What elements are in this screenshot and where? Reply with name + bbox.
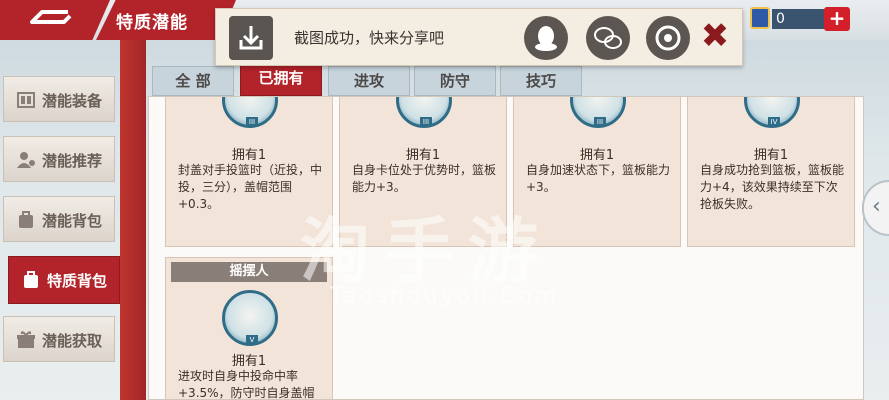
watermark-url: Taoshouyou.Com (330, 284, 560, 309)
tab-skill[interactable]: 技巧 (500, 66, 582, 96)
trait-backpack-icon (24, 271, 38, 288)
trait-medal-icon: III (396, 97, 452, 128)
tab-all[interactable]: 全 部 (152, 66, 234, 96)
trait-description: 自身卡位处于优势时，篮板能力+3。 (352, 163, 497, 194)
trait-medal-icon: III (570, 97, 626, 128)
trait-description: 自身加速状态下，篮板能力+3。 (526, 163, 671, 194)
recommend-icon (17, 152, 35, 168)
wechat-icon (594, 27, 622, 49)
back-arrow-icon (30, 10, 72, 24)
gift-icon (17, 331, 35, 348)
moments-icon (655, 25, 681, 51)
add-currency-button[interactable]: + (824, 7, 850, 31)
trait-description: 进攻时自身中投命中率+3.5%，防守时自身盖帽范围+0.3。 (178, 369, 315, 400)
trait-medal-icon: V (222, 290, 278, 346)
currency-value: 0 (772, 9, 828, 29)
share-moments-button[interactable] (646, 16, 690, 60)
sidebar-item-backpack[interactable]: 潜能背包 (3, 196, 115, 242)
trait-owned-count: 拥有1 (753, 148, 789, 163)
download-icon (239, 26, 263, 50)
sidebar-item-label: 潜能装备 (42, 92, 103, 110)
tab-offense[interactable]: 进攻 (328, 66, 410, 96)
sidebar-item-trait-backpack[interactable]: 特质背包 (8, 256, 120, 304)
download-button[interactable] (229, 16, 273, 60)
sidebar-item-label: 特质背包 (47, 272, 108, 290)
sidebar: 潜能装备 潜能推荐 潜能背包 特质背包 潜能获取 (0, 70, 125, 400)
currency-display: 0 + (750, 7, 850, 31)
toast-message: 截图成功，快来分享吧 (294, 29, 445, 47)
trait-owned-count: 拥有1 (405, 148, 441, 163)
page-title: 特质潜能 (116, 13, 188, 33)
expand-panel-handle[interactable]: ‹ (862, 180, 889, 236)
sidebar-item-label: 潜能获取 (42, 332, 103, 350)
trait-owned-count: 拥有1 (231, 148, 267, 163)
equipment-icon (17, 92, 35, 108)
trait-owned-count: 拥有1 (579, 148, 615, 163)
chevron-left-icon: ‹ (872, 194, 881, 219)
trait-medal-icon: III (222, 97, 278, 128)
tab-defense[interactable]: 防守 (414, 66, 496, 96)
screenshot-share-toast: 截图成功，快来分享吧 ✖ (215, 8, 743, 66)
close-toast-button[interactable]: ✖ (698, 19, 732, 55)
back-button[interactable] (0, 0, 110, 40)
trait-owned-count: 拥有1 (231, 354, 267, 369)
sidebar-item-equipment[interactable]: 潜能装备 (3, 76, 115, 122)
trait-description: 自身成功抢到篮板，篮板能力+4，该效果持续至下次抢板失败。 (700, 163, 845, 211)
tab-owned[interactable]: 已拥有 (240, 62, 322, 96)
currency-book-icon (750, 7, 770, 29)
trait-card[interactable]: IV 拥有1 自身成功抢到篮板，篮板能力+4，该效果持续至下次抢板失败。 (687, 97, 855, 247)
sidebar-item-recommend[interactable]: 潜能推荐 (3, 136, 115, 182)
share-wechat-button[interactable] (586, 16, 630, 60)
watermark-text: 淘手游 (300, 210, 552, 292)
share-qq-button[interactable] (524, 16, 568, 60)
backpack-icon (19, 211, 33, 228)
sidebar-item-acquire[interactable]: 潜能获取 (3, 316, 115, 362)
trait-medal-icon: IV (744, 97, 800, 128)
sidebar-item-label: 潜能推荐 (42, 152, 103, 170)
sidebar-item-label: 潜能背包 (42, 212, 103, 230)
qq-icon (535, 26, 557, 51)
close-icon: ✖ (700, 16, 730, 56)
